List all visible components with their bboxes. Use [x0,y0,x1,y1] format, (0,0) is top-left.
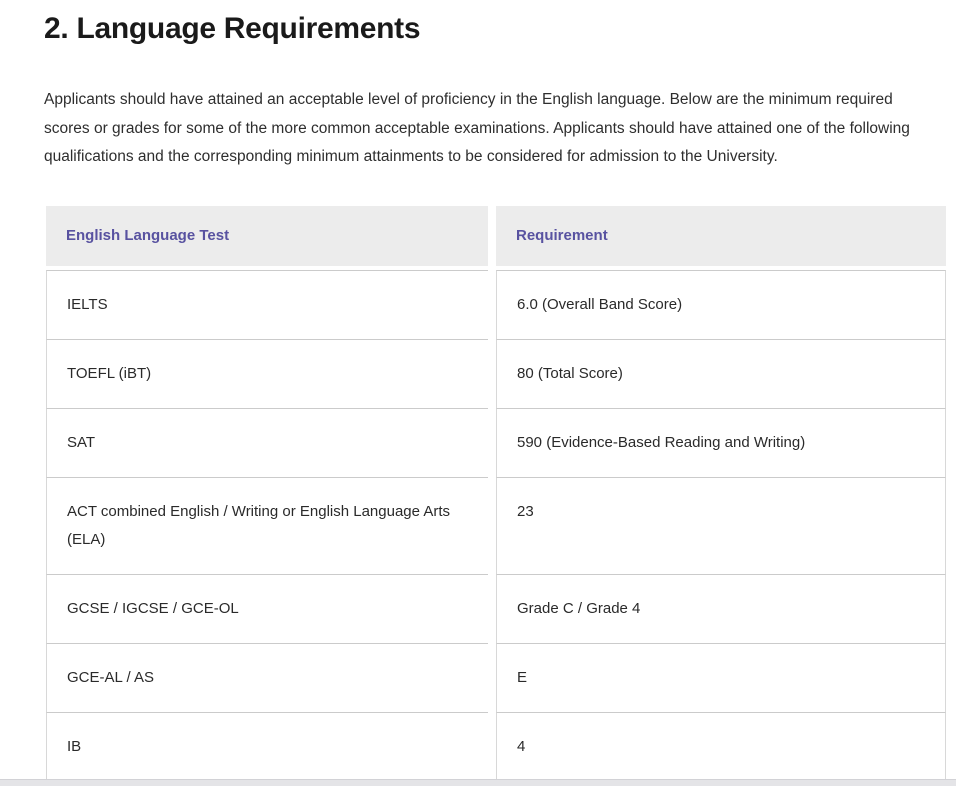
page-title: 2. Language Requirements [44,12,944,46]
table-cell-requirement: 6.0 (Overall Band Score) [496,270,946,339]
table-cell-requirement: 80 (Total Score) [496,339,946,408]
table-cell-test: SAT [46,408,488,477]
table-cell-test: IB [46,712,488,781]
page-content: 2. Language Requirements Applicants shou… [0,0,956,781]
table-header-requirement: Requirement [496,206,946,266]
requirements-table: English Language Test Requirement IELTS … [46,206,946,781]
table-cell-test: GCSE / IGCSE / GCE-OL [46,574,488,643]
intro-paragraph: Applicants should have attained an accep… [44,86,934,172]
table-cell-test: IELTS [46,270,488,339]
table-cell-requirement: E [496,643,946,712]
table-cell-requirement: 4 [496,712,946,781]
table-header-english-language-test: English Language Test [46,206,488,266]
table-cell-requirement: Grade C / Grade 4 [496,574,946,643]
table-cell-test: ACT combined English / Writing or Englis… [46,477,488,574]
table-cell-requirement: 590 (Evidence-Based Reading and Writing) [496,408,946,477]
table-cell-requirement: 23 [496,477,946,574]
table-cell-test: TOEFL (iBT) [46,339,488,408]
table-cell-test: GCE-AL / AS [46,643,488,712]
page-bottom-strip [0,779,956,786]
